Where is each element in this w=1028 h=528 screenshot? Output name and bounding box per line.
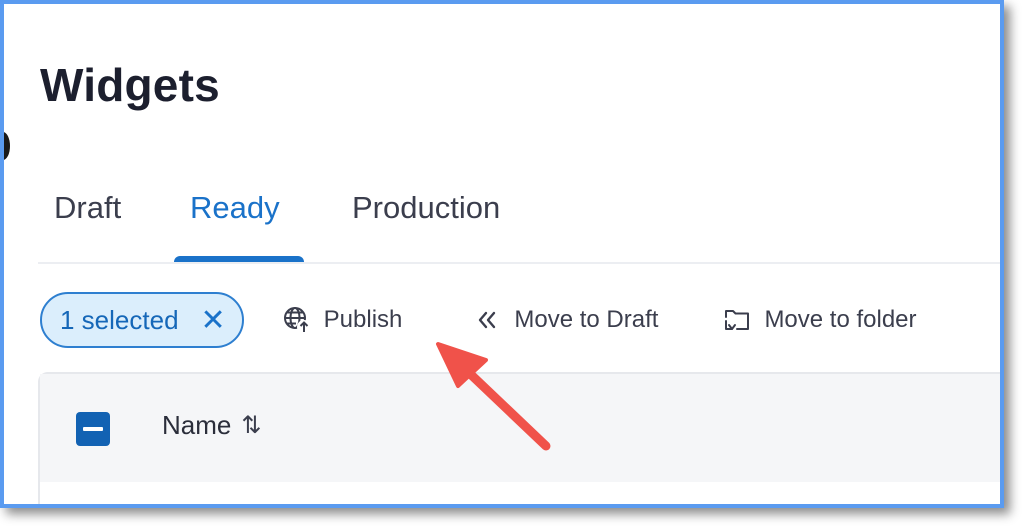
sort-arrows-icon[interactable]: ⇅ [241, 411, 261, 440]
table-body [40, 482, 1000, 504]
tab-draft[interactable]: Draft [38, 190, 166, 262]
globe-upload-icon [282, 305, 312, 335]
move-to-draft-button[interactable]: Move to Draft [472, 305, 658, 335]
double-chevron-left-icon [472, 305, 502, 335]
move-to-folder-label: Move to folder [764, 306, 917, 333]
close-icon[interactable]: ✕ [201, 303, 226, 338]
tab-ready[interactable]: Ready [174, 190, 304, 262]
column-header-name[interactable]: Name ⇅ [162, 410, 261, 441]
move-to-draft-label: Move to Draft [514, 306, 659, 333]
annotation-arrow-icon [436, 342, 551, 451]
tabs-divider [38, 262, 1000, 264]
column-header-name-label: Name [162, 410, 232, 440]
status-tabs: Draft Ready Production [38, 190, 1000, 262]
folder-move-icon [722, 305, 752, 335]
selection-count-label: 1 selected [60, 304, 179, 335]
screenshot-canvas: Widgets Draft Ready Production 1 selecte… [0, 0, 1028, 528]
app-window: Widgets Draft Ready Production 1 selecte… [0, 0, 1004, 508]
window-edge-handle [4, 132, 10, 160]
tab-production[interactable]: Production [336, 190, 516, 262]
publish-button-label: Publish [323, 306, 403, 333]
move-to-folder-button[interactable]: Move to folder [722, 305, 917, 335]
page-title: Widgets [40, 59, 220, 111]
selection-chip: 1 selected ✕ [40, 292, 244, 348]
publish-button[interactable]: Publish [282, 305, 403, 335]
select-all-checkbox[interactable] [76, 412, 110, 446]
